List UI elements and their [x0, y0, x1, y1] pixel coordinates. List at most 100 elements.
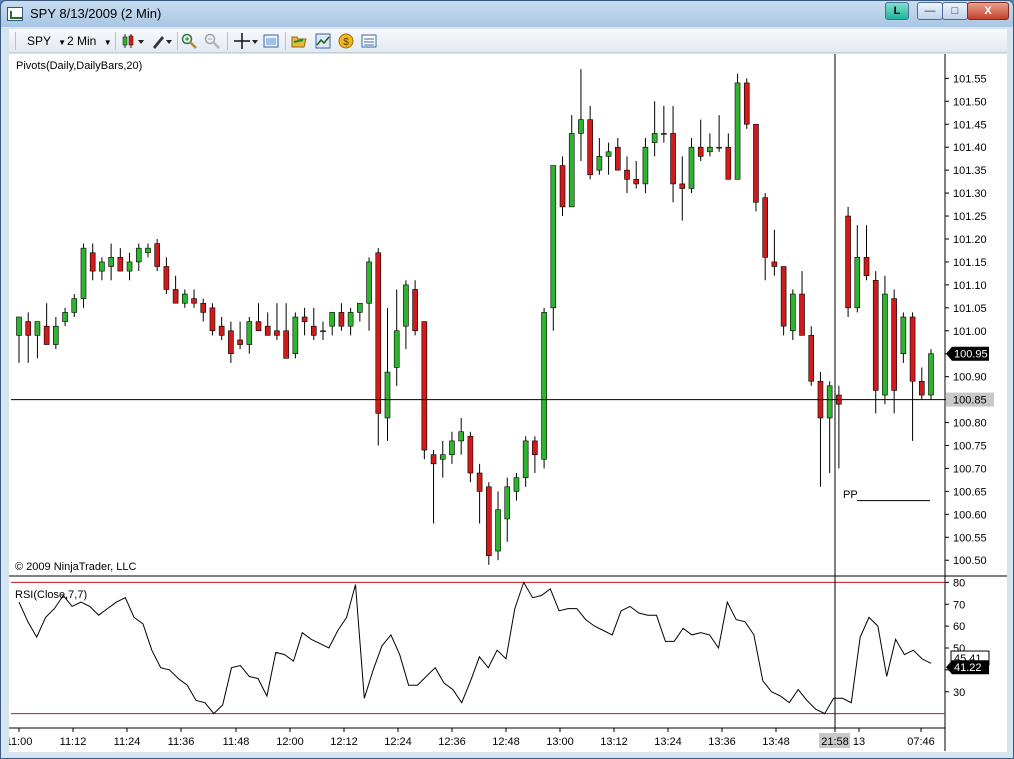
candlestick-style-icon[interactable]	[121, 33, 145, 49]
candle-body	[808, 335, 815, 382]
toolbar-grip	[15, 32, 16, 50]
candle-body	[568, 133, 575, 208]
candle	[320, 321, 326, 340]
candle	[200, 298, 207, 322]
candle-body	[62, 312, 68, 322]
price-tick-label: 101.00	[953, 326, 987, 338]
candle	[780, 266, 787, 336]
candle	[882, 275, 888, 405]
candle-body	[357, 302, 363, 313]
candle-body	[347, 312, 354, 327]
candle-body	[329, 312, 336, 327]
candle	[679, 156, 686, 221]
price-tick-label: 101.35	[953, 165, 987, 177]
candle-body	[854, 257, 861, 309]
candle	[467, 431, 474, 483]
candle	[412, 280, 418, 336]
candle	[817, 372, 824, 487]
candle	[458, 417, 464, 455]
drawing-tool-icon[interactable]	[151, 33, 173, 49]
candle	[310, 307, 317, 340]
candle	[826, 381, 833, 474]
instrument-selector[interactable]: SPY ▼	[27, 32, 66, 50]
svg-text:$: $	[343, 37, 349, 48]
candle	[863, 225, 870, 281]
candle	[900, 312, 907, 363]
title-bar[interactable]: SPY 8/13/2009 (2 Min) L — □ X	[1, 1, 1013, 28]
candle-body	[734, 82, 741, 180]
candle	[716, 115, 722, 152]
candle	[808, 326, 815, 386]
candle	[522, 436, 529, 487]
chart-canvas[interactable]: 101.55 101.50 101.45 101.40 101.35 101.30 101.…	[6, 54, 1007, 752]
chart-area[interactable]: 101.55 101.50 101.45 101.40 101.35 101.30 101.…	[6, 54, 1007, 752]
candle	[182, 289, 188, 308]
candle-body	[790, 293, 796, 332]
candle	[209, 303, 216, 336]
candle-body	[522, 440, 529, 478]
price-tick-label: 100.80	[953, 418, 987, 430]
window-title: SPY 8/13/2009 (2 Min)	[30, 6, 162, 21]
candle	[421, 321, 428, 460]
candle-body	[891, 298, 897, 391]
time-tick-label: 13:12	[600, 736, 628, 748]
crosshair-icon[interactable]	[233, 33, 259, 49]
rsi-indicator-label[interactable]: RSI(Close,7,7)	[15, 589, 87, 601]
price-tick-label: 100.70	[953, 463, 987, 475]
candle	[264, 312, 271, 336]
candle-body	[550, 165, 557, 309]
strategies-icon[interactable]: $	[338, 33, 354, 49]
candle-body	[587, 119, 593, 176]
candle	[403, 280, 409, 350]
price-tick-label: 100.90	[953, 372, 987, 384]
maximize-button[interactable]: □	[942, 2, 968, 20]
candle-body	[218, 325, 225, 336]
zoom-out-icon[interactable]	[204, 33, 220, 49]
candle-body	[762, 197, 768, 258]
candle	[845, 206, 851, 317]
candle-body	[845, 215, 851, 309]
chevron-down-icon: ▼	[58, 38, 67, 47]
price-tick-label: 101.05	[953, 303, 987, 315]
candle-body	[476, 472, 483, 492]
candle	[301, 307, 308, 336]
candle	[117, 248, 124, 272]
candle	[790, 289, 796, 340]
candle	[393, 289, 400, 386]
candle	[439, 440, 446, 478]
candle	[918, 367, 925, 400]
interval-label: 2 Min	[67, 34, 97, 48]
candle-body	[384, 371, 391, 419]
candle	[624, 156, 630, 194]
candle-body	[126, 261, 133, 272]
link-button[interactable]: L	[885, 2, 909, 20]
zoom-in-icon[interactable]	[181, 33, 197, 49]
price-tick-label: 100.75	[953, 441, 987, 453]
close-button[interactable]: X	[967, 2, 1009, 20]
candle-body	[255, 321, 262, 332]
price-tick-label: 101.15	[953, 257, 987, 269]
folder-icon[interactable]	[291, 33, 307, 49]
pivots-indicator-label[interactable]: Pivots(Daily,DailyBars,20)	[16, 60, 142, 72]
candle	[854, 225, 861, 313]
rsi-tick-label: 70	[953, 599, 965, 611]
candle	[762, 193, 768, 281]
candle-body	[135, 247, 142, 263]
candle	[338, 303, 345, 331]
candle	[430, 450, 437, 524]
rsi-current-label: 41.22	[954, 662, 982, 674]
minimize-button[interactable]: —	[917, 2, 943, 20]
interval-selector[interactable]: 2 Min ▼	[67, 32, 112, 50]
candle-body	[292, 316, 299, 355]
price-tick-label: 100.65	[953, 486, 987, 498]
candle-body	[670, 133, 676, 185]
toolbar-separator	[227, 32, 228, 50]
candle-body	[578, 119, 584, 134]
candle	[697, 119, 704, 161]
data-box-icon[interactable]	[263, 33, 279, 49]
properties-icon[interactable]	[361, 33, 377, 49]
candle	[449, 431, 455, 464]
indicators-icon[interactable]	[315, 33, 331, 49]
price-tick-label: 101.45	[953, 119, 987, 131]
candle	[366, 257, 372, 331]
